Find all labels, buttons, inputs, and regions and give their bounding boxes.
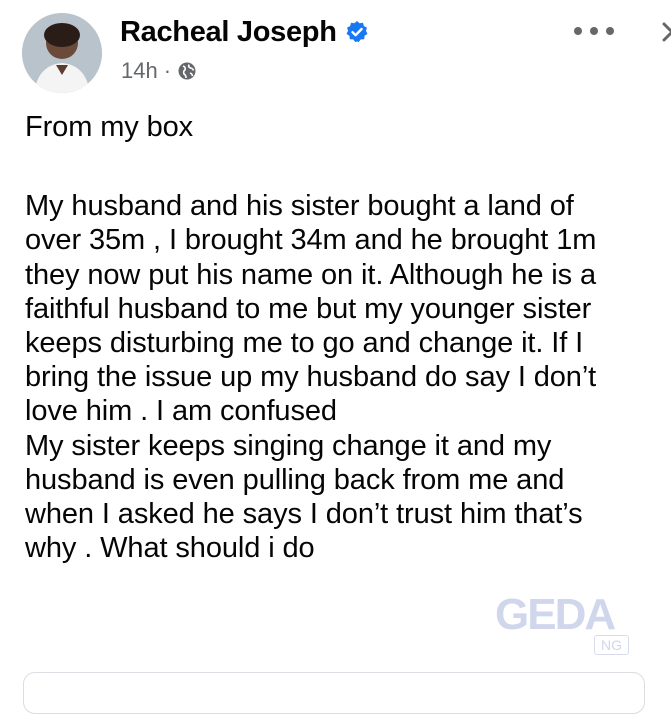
watermark-sub: NG: [594, 635, 629, 655]
link-preview-card[interactable]: [23, 672, 645, 714]
post-line: My sister keeps singing change it and my: [25, 429, 552, 462]
post-line: over 35m , I brought 34m and he brought …: [25, 224, 597, 257]
post-line: when I asked he says I don’t trust him t…: [25, 498, 583, 531]
post-line: From my box: [25, 111, 194, 143]
meta-separator: ·: [163, 58, 172, 83]
author-name[interactable]: Racheal Joseph: [120, 14, 337, 50]
post-line: faithful husband to me but my younger si…: [25, 292, 592, 325]
post-line: keeps disturbing me to go and change it.…: [25, 327, 584, 360]
post-body: From my box My husband and his sister bo…: [25, 110, 665, 565]
globe-icon[interactable]: [177, 61, 197, 81]
post-meta: 14h ·: [121, 58, 197, 84]
more-icon: [574, 27, 614, 35]
post-line: bring the issue up my husband do say I d…: [25, 361, 597, 394]
post-line: love him . I am confused: [25, 395, 337, 428]
close-button[interactable]: [650, 10, 671, 50]
post-line: husband is even pulling back from me and: [25, 463, 565, 496]
post-line: they now put his name on it. Although he…: [25, 258, 597, 291]
avatar-image: [22, 13, 102, 93]
post-line: My husband and his sister bought a land …: [25, 190, 574, 223]
avatar[interactable]: [22, 13, 102, 93]
close-icon: [662, 22, 671, 42]
watermark-logo: GEDA: [495, 590, 616, 639]
post-line: why . What should i do: [25, 532, 315, 565]
author-row: Racheal Joseph: [120, 14, 369, 50]
post-header: Racheal Joseph 14h ·: [0, 0, 671, 100]
timestamp[interactable]: 14h: [121, 58, 158, 84]
more-options-button[interactable]: [568, 16, 620, 46]
verified-badge-icon: [345, 20, 369, 44]
